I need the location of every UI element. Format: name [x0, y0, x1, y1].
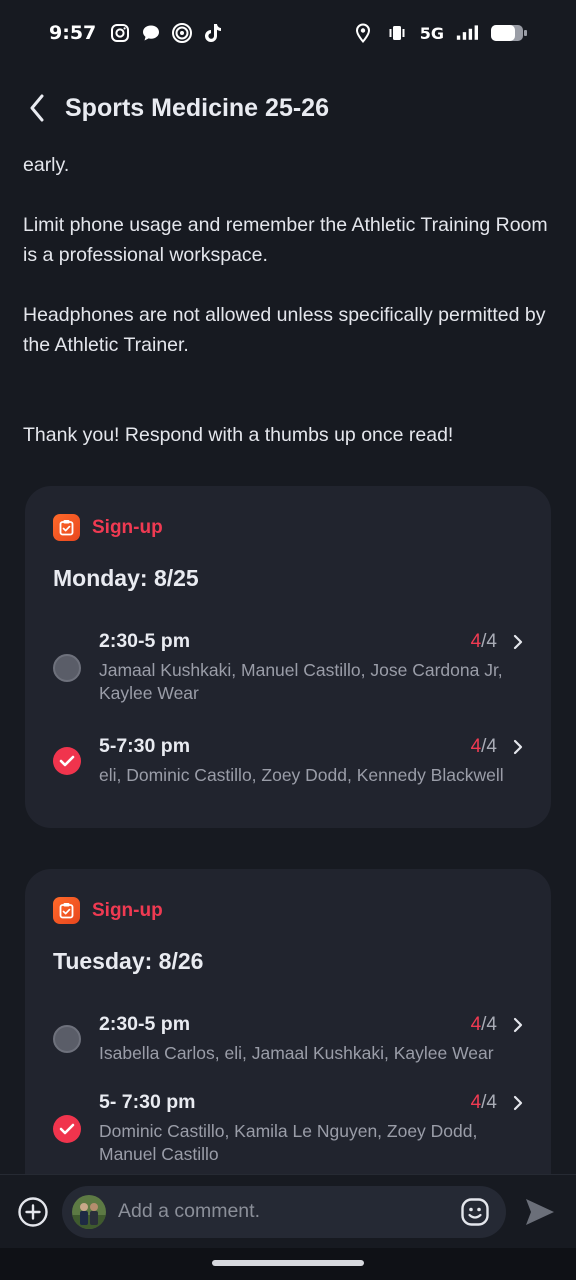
- comment-box[interactable]: [62, 1185, 506, 1238]
- threads-icon: [171, 22, 193, 44]
- signup-tag: Sign-up: [53, 514, 523, 541]
- back-arrow-icon: [30, 94, 44, 122]
- emoji-button[interactable]: [458, 1195, 492, 1229]
- chat-icon: [140, 22, 162, 44]
- slot-count: 4/4: [470, 1091, 497, 1113]
- signup-tag-label: Sign-up: [92, 899, 163, 921]
- post-body: early. Limit phone usage and remember th…: [0, 150, 576, 450]
- battery-icon: [490, 22, 528, 44]
- post-content[interactable]: early. Limit phone usage and remember th…: [0, 150, 576, 1174]
- slot-names: Dominic Castillo, Kamila Le Nguyen, Zoey…: [99, 1121, 478, 1164]
- clipboard-icon: [53, 897, 80, 924]
- comment-input[interactable]: [118, 1200, 458, 1223]
- add-button[interactable]: [16, 1195, 50, 1229]
- clipboard-icon: [53, 514, 80, 541]
- signup-date: Tuesday: 8/26: [53, 948, 204, 974]
- avatar: [72, 1194, 106, 1229]
- slot-radio-unchecked[interactable]: [53, 653, 81, 682]
- post-text-partial: early.: [23, 154, 70, 176]
- signup-slot[interactable]: 2:30-5 pm 4/4 Isabella Carlos, eli, Jama…: [53, 1013, 523, 1065]
- send-icon: [526, 1198, 554, 1225]
- slot-time: 2:30-5 pm: [99, 1013, 191, 1035]
- signup-card-monday: Sign-up Monday: 8/25 2:30-5 pm 4/4 Jamaa…: [25, 486, 551, 828]
- slot-time: 2:30-5 pm: [99, 630, 191, 652]
- signal-icon: [456, 22, 478, 44]
- slot-count: 4/4: [470, 630, 497, 652]
- back-button[interactable]: [20, 86, 54, 130]
- chevron-right-icon[interactable]: [503, 739, 523, 755]
- slot-names: eli, Dominic Castillo, Zoey Dodd, Kenned…: [99, 765, 504, 785]
- slot-radio-checked[interactable]: [53, 747, 81, 775]
- send-button[interactable]: [520, 1192, 560, 1232]
- page-title: Sports Medicine 25-26: [65, 93, 329, 122]
- signup-date: Monday: 8/25: [53, 565, 199, 591]
- instagram-icon: [109, 22, 131, 44]
- chevron-right-icon[interactable]: [503, 1017, 523, 1033]
- check-icon: [59, 755, 75, 767]
- network-label: 5G: [419, 23, 444, 43]
- location-icon: [352, 22, 374, 44]
- system-icons: 5G: [352, 22, 528, 44]
- signup-slot[interactable]: 5- 7:30 pm 4/4 Dominic Castillo, Kamila …: [53, 1091, 523, 1166]
- signup-tag-label: Sign-up: [92, 516, 163, 538]
- status-time: 9:57: [49, 22, 97, 44]
- signup-tag: Sign-up: [53, 897, 523, 924]
- post-text-headphones: Headphones are not allowed unless specif…: [23, 304, 546, 356]
- tiktok-icon: [202, 22, 224, 44]
- system-nav-bar: [0, 1248, 576, 1280]
- signup-slot[interactable]: 5-7:30 pm 4/4 eli, Dominic Castillo, Zoe…: [53, 735, 523, 787]
- notification-icons: [109, 22, 224, 44]
- slot-names: Isabella Carlos, eli, Jamaal Kushkaki, K…: [99, 1043, 494, 1063]
- chevron-right-icon[interactable]: [503, 634, 523, 650]
- slot-time: 5- 7:30 pm: [99, 1091, 196, 1113]
- post-text-phone: Limit phone usage and remember the Athle…: [23, 214, 548, 266]
- slot-count: 4/4: [470, 1013, 497, 1035]
- check-icon: [59, 1123, 75, 1134]
- slot-radio-checked[interactable]: [53, 1114, 81, 1143]
- vibrate-icon: [386, 22, 408, 44]
- comment-bar: [0, 1174, 576, 1248]
- signup-slot[interactable]: 2:30-5 pm 4/4 Jamaal Kushkaki, Manuel Ca…: [53, 630, 523, 705]
- slot-time: 5-7:30 pm: [99, 735, 191, 757]
- home-indicator[interactable]: [212, 1260, 364, 1266]
- slot-radio-unchecked[interactable]: [53, 1025, 81, 1053]
- chevron-right-icon[interactable]: [503, 1095, 523, 1111]
- slot-count: 4/4: [470, 735, 497, 757]
- emoji-icon: [461, 1197, 489, 1226]
- signup-card-tuesday: Sign-up Tuesday: 8/26 2:30-5 pm 4/4 Isab…: [25, 869, 551, 1174]
- status-bar: 9:57 5G: [0, 0, 576, 66]
- post-text-thanks: Thank you! Respond with a thumbs up once…: [23, 424, 454, 446]
- slot-names: Jamaal Kushkaki, Manuel Castillo, Jose C…: [99, 660, 503, 703]
- app-header: Sports Medicine 25-26: [0, 66, 576, 150]
- add-icon: [18, 1196, 48, 1227]
